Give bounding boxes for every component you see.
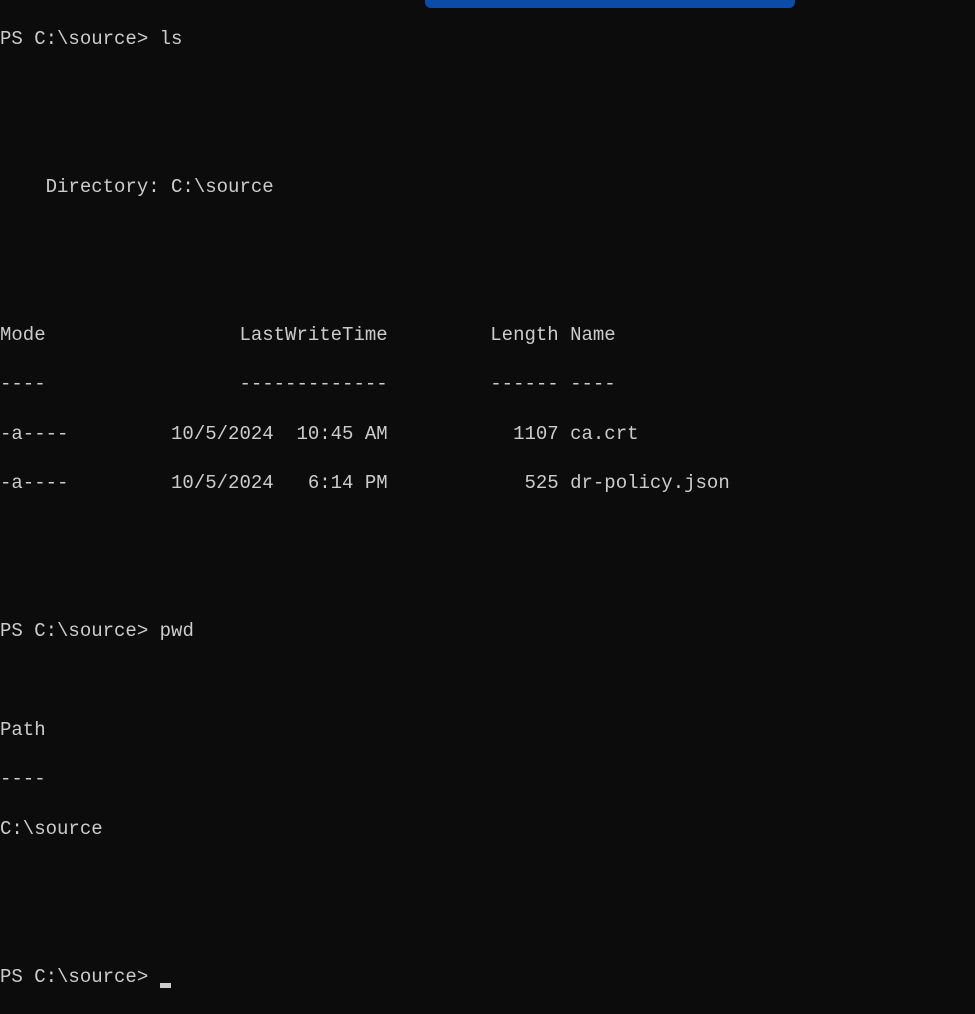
prompt-text: PS C:\source> [0, 28, 160, 50]
command-line-3[interactable]: PS C:\source> [0, 965, 975, 990]
terminal-output[interactable]: PS C:\source> ls Directory: C:\source Mo… [0, 0, 975, 1014]
path-value: C:\source [0, 817, 975, 842]
blank-line [0, 125, 975, 150]
blank-line [0, 224, 975, 249]
command-line-1: PS C:\source> ls [0, 27, 975, 52]
blank-line [0, 866, 975, 891]
path-header: Path [0, 718, 975, 743]
blank-line [0, 76, 975, 101]
command-line-2: PS C:\source> pwd [0, 619, 975, 644]
command-text: pwd [160, 620, 194, 642]
table-divider: ---- ------------- ------ ---- [0, 372, 975, 397]
blank-line [0, 669, 975, 694]
blank-line [0, 274, 975, 299]
table-header: Mode LastWriteTime Length Name [0, 323, 975, 348]
file-row: -a---- 10/5/2024 10:45 AM 1107 ca.crt [0, 422, 975, 447]
directory-header: Directory: C:\source [0, 175, 975, 200]
prompt-text: PS C:\source> [0, 620, 160, 642]
command-text: ls [160, 28, 183, 50]
prompt-text: PS C:\source> [0, 966, 160, 988]
file-row: -a---- 10/5/2024 6:14 PM 525 dr-policy.j… [0, 471, 975, 496]
cursor-icon [160, 983, 171, 988]
window-titlebar-fragment [425, 0, 795, 8]
blank-line [0, 520, 975, 545]
blank-line [0, 915, 975, 940]
blank-line [0, 570, 975, 595]
path-divider: ---- [0, 767, 975, 792]
